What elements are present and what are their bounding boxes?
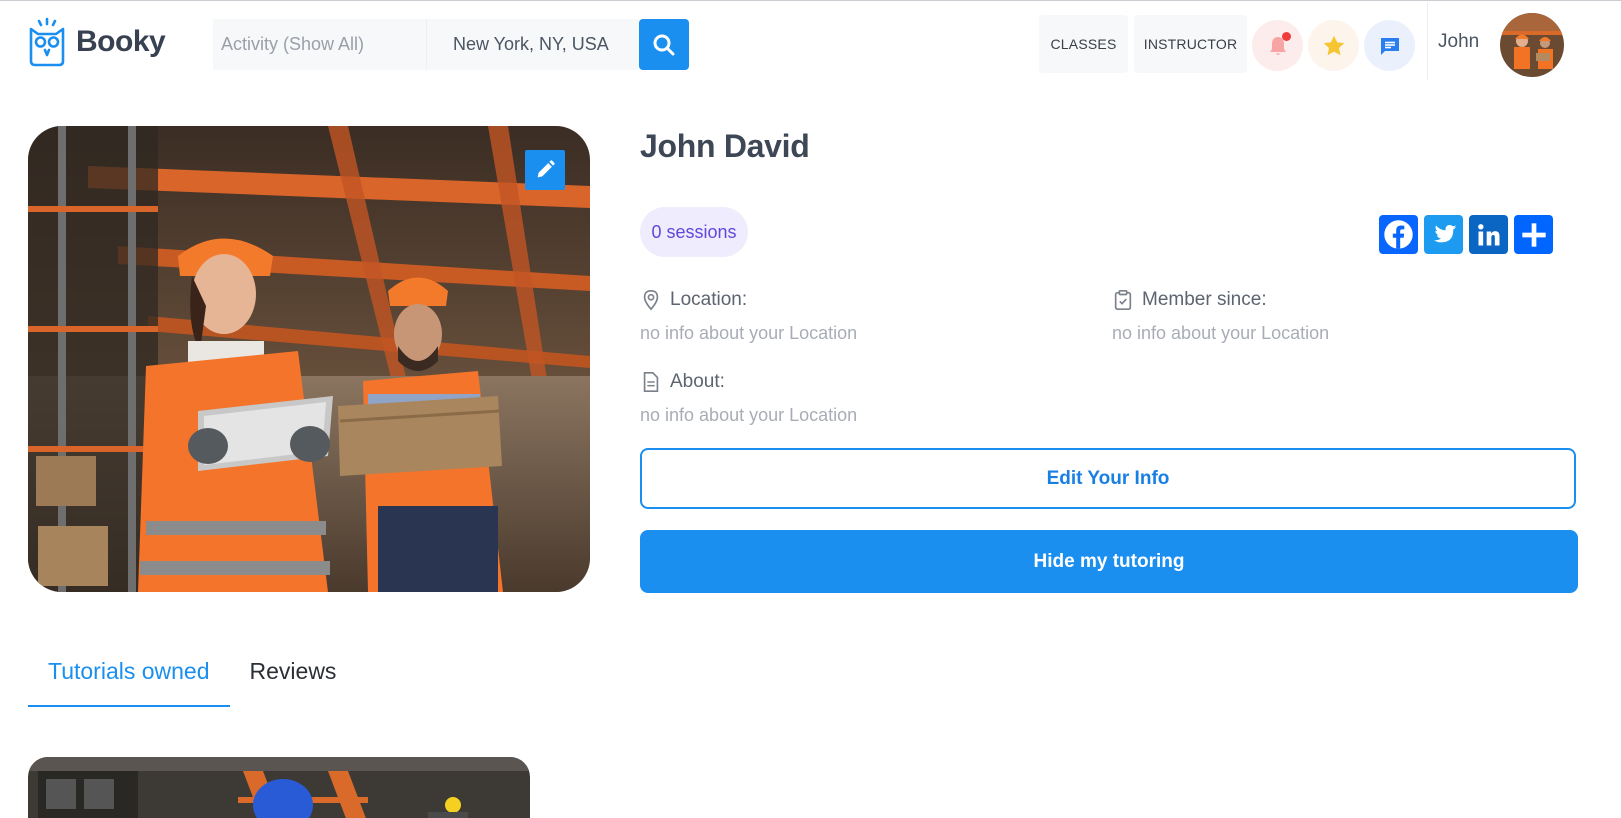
linkedin-icon <box>1477 223 1499 245</box>
edit-photo-button[interactable] <box>525 150 565 190</box>
edit-info-button[interactable]: Edit Your Info <box>640 448 1576 509</box>
search-icon <box>653 34 675 55</box>
search-bar <box>213 19 689 70</box>
brand-logo[interactable]: Booky <box>28 17 166 67</box>
map-pin-icon <box>643 290 659 311</box>
share-buttons <box>1379 215 1553 254</box>
profile-photo <box>28 126 590 592</box>
member-since-label: Member since: <box>1112 288 1267 312</box>
brand-name: Booky <box>76 25 166 58</box>
plus-icon <box>1521 222 1546 247</box>
chat-icon <box>1380 37 1399 55</box>
about-label-text: About: <box>670 371 725 392</box>
tutorial-card-image <box>28 757 530 818</box>
avatar[interactable] <box>1500 13 1564 77</box>
more-share-button[interactable] <box>1514 215 1553 254</box>
user-name[interactable]: John <box>1438 31 1479 53</box>
search-button[interactable] <box>639 19 689 70</box>
about-label: About: <box>640 370 725 394</box>
profile-image <box>28 126 590 592</box>
hide-tutoring-button[interactable]: Hide my tutoring <box>640 530 1578 593</box>
profile-name: John David <box>640 128 810 164</box>
header-divider <box>1427 2 1428 80</box>
activity-search-input[interactable] <box>213 19 426 70</box>
profile-tabs: Tutorials owned Reviews <box>28 652 356 707</box>
favorites-button[interactable] <box>1308 20 1359 71</box>
location-label: Location: <box>640 288 747 312</box>
document-icon <box>643 372 659 392</box>
about-value: no info about your Location <box>640 405 858 425</box>
owl-logo-icon <box>29 17 65 67</box>
linkedin-share-button[interactable] <box>1469 215 1508 254</box>
location-label-text: Location: <box>670 289 748 310</box>
nav-classes[interactable]: CLASSES <box>1039 15 1128 73</box>
member-since-label-text: Member since: <box>1142 289 1267 310</box>
tab-reviews[interactable]: Reviews <box>230 652 357 707</box>
notifications-button[interactable] <box>1252 20 1303 71</box>
nav-instructor[interactable]: INSTRUCTOR <box>1134 15 1247 73</box>
notification-dot <box>1282 32 1291 41</box>
location-input[interactable] <box>426 19 639 70</box>
twitter-share-button[interactable] <box>1424 215 1463 254</box>
star-icon <box>1323 35 1344 55</box>
sessions-badge: 0 sessions <box>640 207 748 257</box>
messages-button[interactable] <box>1364 20 1415 71</box>
tab-tutorials-owned[interactable]: Tutorials owned <box>28 652 230 707</box>
avatar-image <box>1500 13 1564 77</box>
pencil-icon <box>537 160 555 178</box>
twitter-icon <box>1433 224 1456 242</box>
facebook-icon <box>1384 220 1413 249</box>
top-navbar: Booky CLASSES INSTRUCTOR <box>0 1 1621 89</box>
location-value: no info about your Location <box>640 323 858 343</box>
clipboard-check-icon <box>1114 290 1132 310</box>
member-since-value: no info about your Location <box>1112 323 1330 343</box>
tutorial-card[interactable] <box>28 757 530 818</box>
facebook-share-button[interactable] <box>1379 215 1418 254</box>
